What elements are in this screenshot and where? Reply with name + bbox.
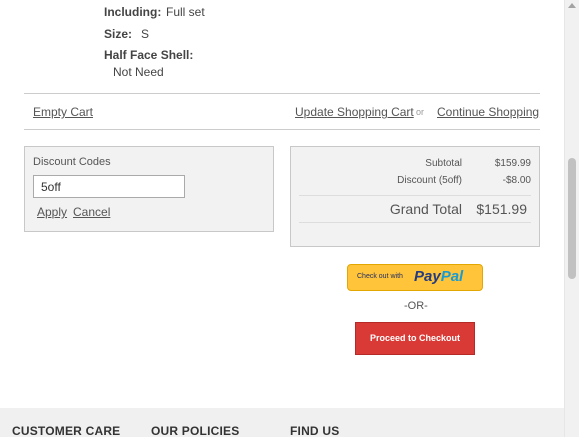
discount-title: Discount Codes [33,156,111,168]
divider-top [24,93,540,94]
continue-shopping-link[interactable]: Continue Shopping [437,105,539,119]
totals-divider-bottom [299,222,531,223]
footer: CUSTOMER CARE OUR POLICIES FIND US [0,408,564,437]
empty-cart-link[interactable]: Empty Cart [33,105,93,119]
size-label: Size: [104,27,133,41]
divider-bottom [24,129,540,130]
subtotal-value: $159.99 [494,158,531,169]
discount-label: Discount (5off) [397,175,462,186]
or-divider: -OR- [404,300,428,312]
size-value: S [141,27,150,41]
scrollbar-thumb[interactable] [568,158,576,279]
cancel-link[interactable]: Cancel [73,205,110,219]
cart-page: Including: Full set Size: S Half Face Sh… [0,0,579,437]
half-face-shell-value: Not Need [113,65,164,79]
footer-customer-care[interactable]: CUSTOMER CARE [12,424,120,437]
including-label: Including: [104,5,162,19]
discount-code-input[interactable] [33,175,185,198]
apply-link[interactable]: Apply [37,205,67,219]
proceed-to-checkout-button[interactable]: Proceed to Checkout [355,322,475,355]
footer-find-us[interactable]: FIND US [290,424,339,437]
paypal-prefix: Check out with [357,273,403,280]
totals-divider-top [299,195,531,196]
paypal-logo-pal: Pal [440,268,464,285]
footer-our-policies[interactable]: OUR POLICIES [151,424,239,437]
or-separator: or [416,107,425,117]
paypal-logo: PayPal [414,268,463,285]
discount-value: -$8.00 [502,175,531,186]
including-value: Full set [166,5,205,19]
subtotal-label: Subtotal [425,158,462,169]
half-face-shell-label: Half Face Shell: [104,48,194,62]
update-cart-link[interactable]: Update Shopping Cart [295,105,414,119]
discount-box: Discount Codes Apply Cancel [24,146,274,232]
vertical-scrollbar[interactable] [564,0,579,437]
grand-total-label: Grand Total [389,201,462,217]
grand-total-value: $151.99 [476,201,527,217]
totals-box: Subtotal $159.99 Discount (5off) -$8.00 … [290,146,540,247]
paypal-checkout-button[interactable]: Check out with PayPal [347,264,483,291]
scroll-up-arrow-icon[interactable] [568,3,576,8]
paypal-logo-pay: Pay [414,268,441,285]
cart-content: Including: Full set Size: S Half Face Sh… [0,0,564,437]
